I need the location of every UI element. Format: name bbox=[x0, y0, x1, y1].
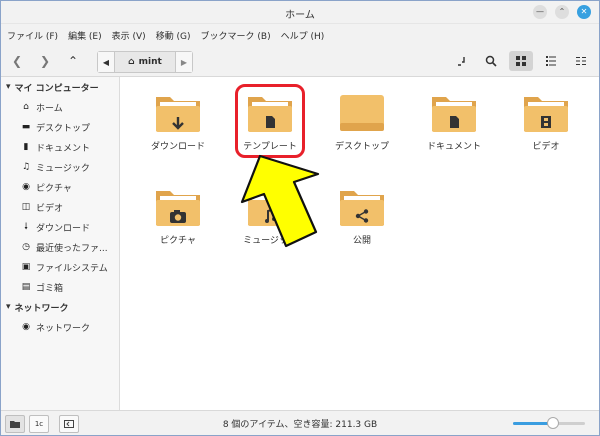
sidebar-section-title: ネットワーク bbox=[14, 303, 69, 314]
sidebar-item-label: ネットワーク bbox=[36, 323, 91, 334]
sidebar-item-label: ファイルシステム bbox=[36, 263, 108, 274]
path-toggle-button[interactable] bbox=[449, 51, 473, 71]
folder-item[interactable]: ダウンロード bbox=[132, 91, 224, 152]
sidebar-item[interactable]: ▤ ゴミ箱 bbox=[1, 277, 119, 297]
maximize-button[interactable]: ⌃ bbox=[555, 5, 569, 19]
highlight-box bbox=[235, 84, 305, 158]
toolbar: ❮ ❯ ⌃ ◀ ⌂ mint ▶ bbox=[1, 46, 599, 77]
status-text: 8 個のアイテム、空き容量: 211.3 GB bbox=[222, 420, 378, 430]
list-icon bbox=[546, 56, 556, 66]
menu-item[interactable]: 移動 (G) bbox=[156, 29, 191, 42]
up-button[interactable]: ⌃ bbox=[63, 52, 83, 70]
sidebar-item[interactable]: ▬ デスクトップ bbox=[1, 117, 119, 137]
sidebar: ▾ マイ コンピューター ⌂ ホーム ▬ デスクトップ ▮ ドキュメント ♫ ミュージック ◉ ピクチ… bbox=[1, 77, 120, 411]
pointing-arrow-icon bbox=[240, 154, 320, 248]
document-icon: ▮ bbox=[23, 142, 29, 152]
folder-desktop-icon bbox=[316, 91, 408, 135]
expand-caret-icon[interactable]: ▾ bbox=[6, 82, 11, 92]
sidebar-item-label: ミュージック bbox=[36, 163, 90, 174]
menu-bar: ファイル (F) 編集 (E) 表示 (V) 移動 (G) ブックマーク (B) ヘルプ … bbox=[1, 24, 599, 46]
sidebar-item[interactable]: 🠗 ダウンロード bbox=[1, 217, 119, 237]
folder-item[interactable]: ビデオ bbox=[500, 91, 592, 152]
folder-icon bbox=[408, 91, 500, 135]
desktop-icon: ▬ bbox=[21, 122, 31, 132]
camera-icon: ◉ bbox=[22, 182, 30, 192]
compact-list-icon bbox=[576, 57, 586, 65]
network-icon: ◉ bbox=[22, 322, 30, 332]
drive-icon: ▣ bbox=[21, 262, 31, 272]
folder-label: ダウンロード bbox=[150, 142, 205, 152]
menu-item[interactable]: 表示 (V) bbox=[112, 29, 146, 42]
sidebar-item[interactable]: ◉ ネットワーク bbox=[1, 317, 119, 337]
menu-item[interactable]: ファイル (F) bbox=[7, 29, 58, 42]
zoom-slider-handle[interactable] bbox=[546, 417, 559, 429]
compact-view-button[interactable] bbox=[569, 51, 593, 71]
clock-icon: ◷ bbox=[22, 242, 30, 252]
sidebar-item-label: ビデオ bbox=[36, 203, 64, 214]
path-crumb-label: mint bbox=[138, 57, 162, 67]
grid-icon bbox=[516, 56, 526, 66]
status-bar: 1c 8 個のアイテム、空き容量: 211.3 GB bbox=[1, 410, 599, 435]
path-left-arrow[interactable]: ◀ bbox=[98, 52, 114, 72]
sidebar-item-label: ダウンロード bbox=[36, 223, 91, 234]
sidebar-item[interactable]: ▮ ドキュメント bbox=[1, 137, 119, 157]
trash-icon: ▤ bbox=[21, 282, 31, 292]
folder-icon bbox=[500, 91, 592, 135]
path-bar: ◀ ⌂ mint ▶ bbox=[97, 51, 193, 73]
sidebar-section-title: マイ コンピューター bbox=[14, 83, 99, 94]
sidebar-item-label: ピクチャ bbox=[36, 183, 72, 194]
sidebar-item[interactable]: ◫ ビデオ bbox=[1, 197, 119, 217]
icon-view-button[interactable] bbox=[509, 51, 533, 71]
sidebar-item-label: ゴミ箱 bbox=[36, 283, 64, 294]
sidebar-item[interactable]: ⌂ ホーム bbox=[1, 97, 119, 117]
folder-label: ピクチャ bbox=[160, 236, 196, 246]
sidebar-item-label: デスクトップ bbox=[36, 123, 91, 134]
folder-item[interactable]: デスクトップ bbox=[316, 91, 408, 152]
list-view-button[interactable] bbox=[539, 51, 563, 71]
sidebar-item-label: 最近使ったファ... bbox=[36, 243, 108, 254]
zoom-slider[interactable] bbox=[513, 417, 585, 429]
path-crumb-home[interactable]: ⌂ mint bbox=[114, 52, 176, 72]
sidebar-item[interactable]: ▣ ファイルシステム bbox=[1, 257, 119, 277]
home-icon: ⌂ bbox=[23, 102, 29, 112]
minimize-button[interactable]: — bbox=[533, 5, 547, 19]
home-icon: ⌂ bbox=[128, 57, 135, 67]
close-button[interactable]: ✕ bbox=[577, 5, 591, 19]
menu-item[interactable]: 編集 (E) bbox=[68, 29, 102, 42]
folder-icon bbox=[132, 185, 224, 229]
folder-label: ドキュメント bbox=[426, 142, 481, 152]
title-bar[interactable]: ホーム — ⌃ ✕ bbox=[1, 1, 599, 24]
sidebar-item[interactable]: ♫ ミュージック bbox=[1, 157, 119, 177]
folder-label: ビデオ bbox=[532, 142, 560, 152]
sidebar-item[interactable]: ◉ ピクチャ bbox=[1, 177, 119, 197]
file-view: ダウンロード テンプレート デスクトップ ドキュメント ビデオ ピクチャ ミュージック 公開 bbox=[120, 77, 599, 411]
path-toggle-icon bbox=[458, 57, 465, 66]
back-button[interactable]: ❮ bbox=[7, 52, 27, 70]
search-button[interactable] bbox=[479, 51, 503, 71]
sidebar-section-header[interactable]: ▾ マイ コンピューター bbox=[1, 77, 119, 97]
path-right-arrow[interactable]: ▶ bbox=[176, 52, 192, 72]
menu-item[interactable]: ブックマーク (B) bbox=[201, 29, 271, 42]
folder-icon bbox=[132, 91, 224, 135]
window-title: ホーム bbox=[285, 10, 315, 21]
download-icon: 🠗 bbox=[24, 222, 28, 232]
sidebar-item[interactable]: ◷ 最近使ったファ... bbox=[1, 237, 119, 257]
film-icon: ◫ bbox=[21, 202, 31, 212]
forward-button[interactable]: ❯ bbox=[35, 52, 55, 70]
menu-item[interactable]: ヘルプ (H) bbox=[281, 29, 325, 42]
sidebar-item-label: ドキュメント bbox=[36, 143, 91, 154]
search-icon bbox=[485, 55, 497, 67]
sidebar-item-label: ホーム bbox=[36, 103, 63, 114]
expand-caret-icon[interactable]: ▾ bbox=[6, 302, 11, 312]
folder-item[interactable]: ピクチャ bbox=[132, 185, 224, 246]
folder-item[interactable]: ドキュメント bbox=[408, 91, 500, 152]
music-icon: ♫ bbox=[21, 162, 31, 172]
sidebar-section-header[interactable]: ▾ ネットワーク bbox=[1, 297, 119, 317]
